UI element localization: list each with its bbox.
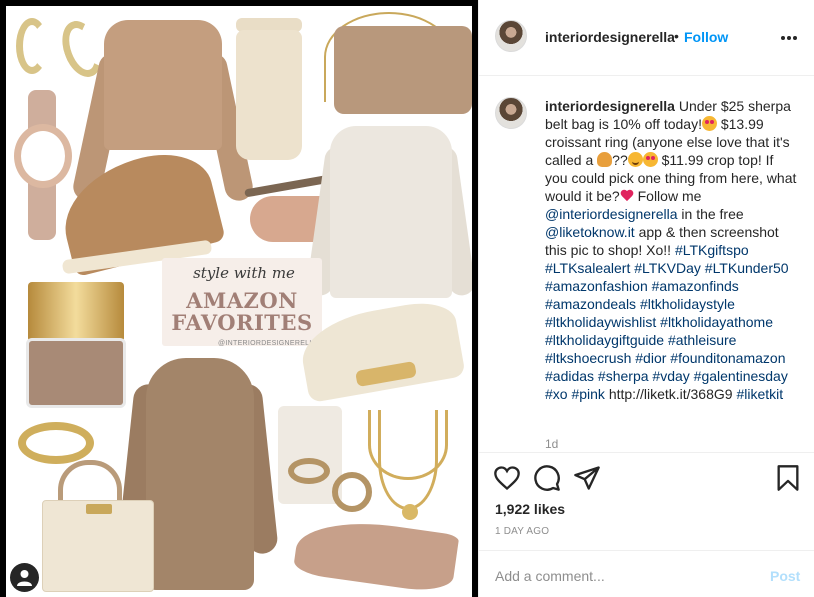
heart-eyes-emoji-icon	[642, 152, 658, 167]
header-separator: •	[674, 28, 679, 44]
tote-clasp	[86, 504, 112, 514]
post-caption: interiordesignerella Under $25 sherpa be…	[545, 97, 799, 403]
post-image-frame[interactable]: style with me AMAZON FAVORITES @INTERIOR…	[0, 0, 478, 597]
bookmark-icon[interactable]	[775, 464, 803, 492]
more-horizontal-icon[interactable]	[781, 36, 797, 40]
quilted-crossbody-bag	[334, 26, 472, 114]
heart-icon[interactable]	[493, 464, 521, 492]
amazon-favorites-title: AMAZON FAVORITES	[171, 288, 313, 335]
comment-bar: Post	[479, 550, 814, 597]
caption-avatar[interactable]	[495, 97, 527, 129]
crop-sweater	[104, 20, 222, 150]
mention-link[interactable]: @interiordesignerella	[545, 206, 678, 222]
grin-emoji-icon	[627, 152, 643, 167]
author-avatar[interactable]	[495, 20, 527, 52]
post-timestamp[interactable]: 1 DAY AGO	[495, 526, 549, 537]
nail-polish-bottle	[26, 338, 126, 408]
send-icon[interactable]	[573, 464, 601, 492]
polish-cap	[28, 282, 124, 342]
hair-tie-coil	[288, 458, 330, 484]
heart-eyes-emoji-icon	[701, 116, 717, 131]
caption-username[interactable]: interiordesignerella	[545, 98, 675, 114]
watch-face	[14, 124, 72, 188]
sherpa-hoodie-jacket	[146, 358, 254, 590]
caption-text: in the free	[677, 206, 744, 222]
actions-divider	[479, 452, 814, 453]
hashtag-links[interactable]: #LTKgiftspo #LTKsalealert #LTKVDay #LTKu…	[545, 242, 789, 402]
instagram-post-view: style with me AMAZON FAVORITES @INTERIOR…	[0, 0, 814, 597]
post-comment-button[interactable]: Post	[770, 568, 800, 584]
coin-pendant	[402, 504, 418, 520]
red-heart-emoji-icon	[620, 190, 634, 202]
pointed-mule	[292, 513, 460, 595]
cream-knit-top	[330, 126, 452, 298]
mention-link[interactable]: @liketoknow.it	[545, 224, 635, 240]
travel-mug	[236, 30, 302, 160]
author-username[interactable]: interiordesignerella	[545, 29, 675, 45]
style-with-me-text: style with me	[193, 264, 295, 282]
hashtag-link[interactable]: #liketkit	[736, 386, 783, 402]
caption-text: ??	[612, 152, 628, 168]
comment-input[interactable]	[495, 567, 745, 585]
layered-necklace-long	[378, 410, 438, 510]
follow-button[interactable]: Follow	[684, 29, 728, 45]
post-image[interactable]: style with me AMAZON FAVORITES @INTERIOR…	[6, 6, 472, 597]
croissant-ring	[18, 422, 94, 464]
croissant-emoji-icon	[597, 152, 613, 167]
caption-age[interactable]: 1d	[545, 437, 558, 451]
user-tag-icon[interactable]	[10, 563, 39, 592]
caption-text: Follow me	[633, 188, 702, 204]
hair-tie-loose	[332, 472, 372, 512]
post-header: interiordesignerella • Follow	[479, 0, 814, 76]
likes-count[interactable]: 1,922 likes	[495, 501, 565, 517]
comment-icon[interactable]	[533, 464, 561, 492]
caption-url: http://liketk.it/368G9	[604, 386, 737, 402]
hoop-earring-left	[16, 18, 48, 74]
post-side-panel: interiordesignerella • Follow interiorde…	[479, 0, 814, 597]
